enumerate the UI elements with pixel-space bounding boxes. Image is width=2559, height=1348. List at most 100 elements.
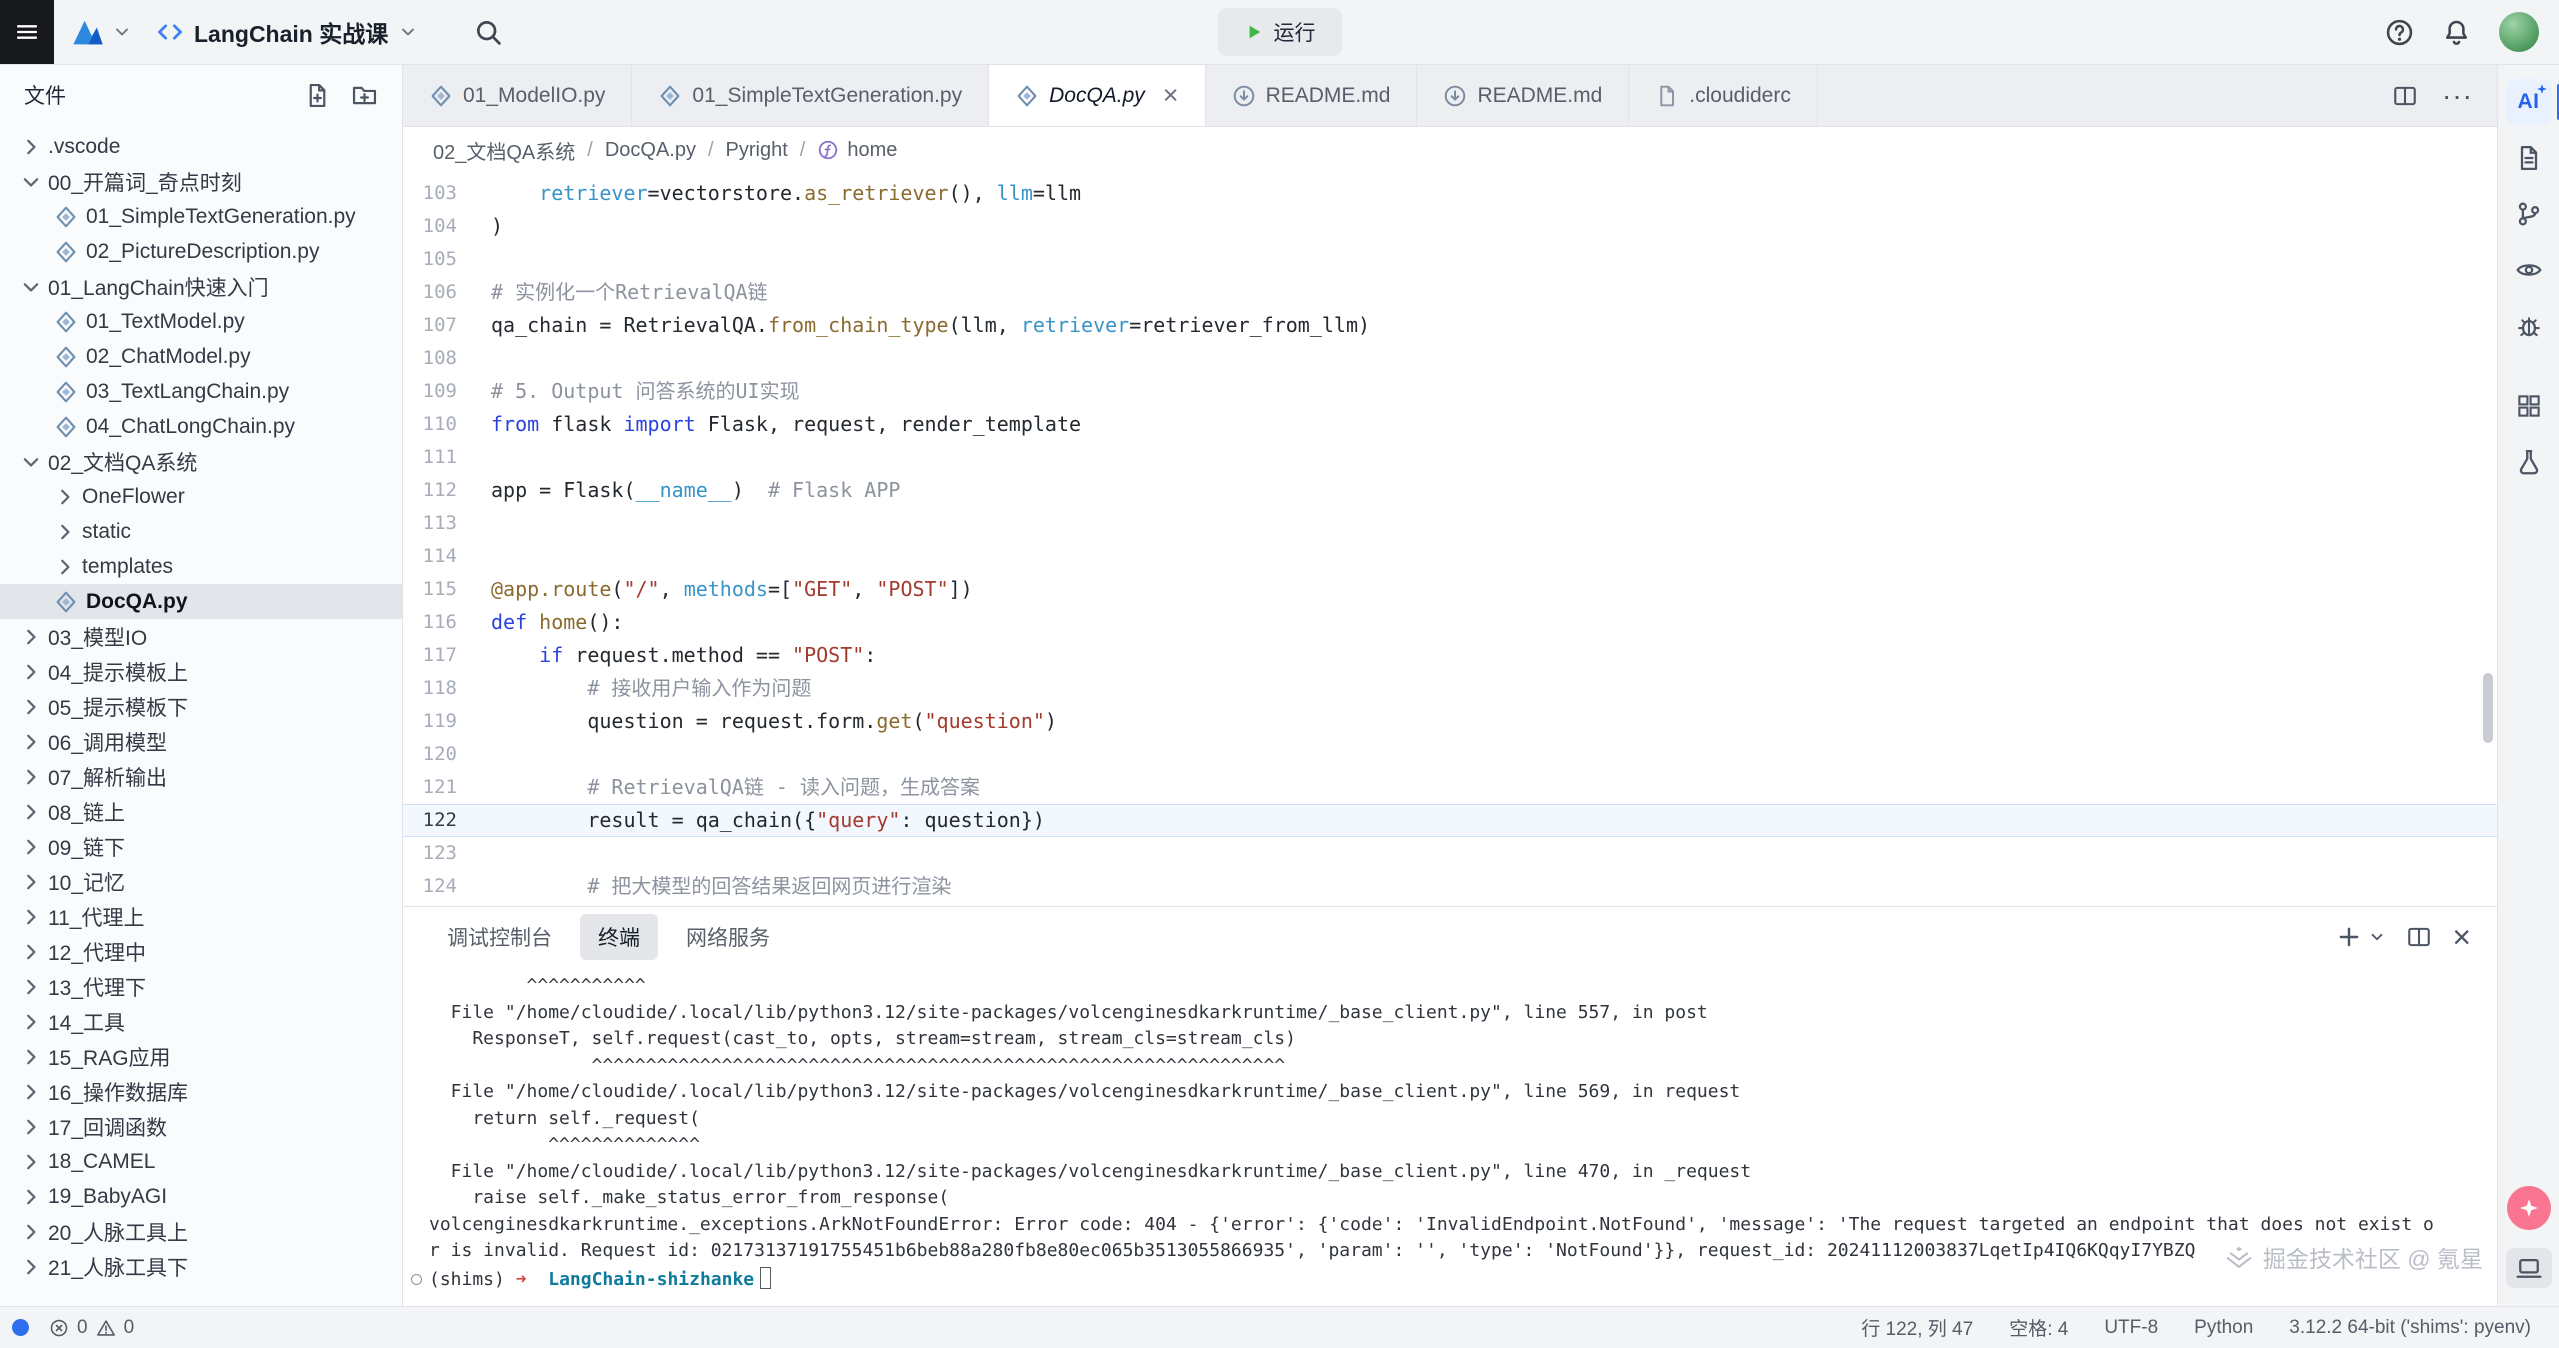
tree-file-04_ChatLongChain.py[interactable]: 04_ChatLongChain.py (0, 409, 402, 444)
code-line-109[interactable]: 109# 5. Output 问答系统的UI实现 (403, 375, 2497, 408)
tree-folder-02_文档QA系统[interactable]: 02_文档QA系统 (0, 444, 402, 479)
tree-folder-08_链上[interactable]: 08_链上 (0, 794, 402, 829)
app-menu-button[interactable] (0, 0, 54, 64)
tree-folder-04_提示模板上[interactable]: 04_提示模板上 (0, 654, 402, 689)
tab-01_ModelIO.py[interactable]: 01_ModelIO.py (403, 65, 632, 126)
notifications-bell-icon[interactable] (2442, 18, 2471, 47)
code-line-114[interactable]: 114 (403, 540, 2497, 573)
encoding-setting[interactable]: UTF-8 (2104, 1317, 2158, 1339)
tree-file-02_PictureDescription.py[interactable]: 02_PictureDescription.py (0, 234, 402, 269)
tests-button[interactable] (2506, 439, 2552, 485)
code-line-120[interactable]: 120 (403, 738, 2497, 771)
code-line-103[interactable]: 103 retriever=vectorstore.as_retriever()… (403, 177, 2497, 210)
remote-indicator[interactable] (12, 1319, 29, 1336)
community-badge[interactable] (2507, 1186, 2551, 1230)
tree-folder-13_代理下[interactable]: 13_代理下 (0, 969, 402, 1004)
tree-folder-15_RAG应用[interactable]: 15_RAG应用 (0, 1039, 402, 1074)
code-line-110[interactable]: 110from flask import Flask, request, ren… (403, 408, 2497, 441)
panel-tab-网络服务[interactable]: 网络服务 (668, 914, 788, 960)
debug-button[interactable] (2506, 303, 2552, 349)
close-panel-icon[interactable]: × (2452, 921, 2471, 953)
search-icon[interactable] (474, 18, 503, 47)
code-line-117[interactable]: 117 if request.method == "POST": (403, 639, 2497, 672)
tab-01_SimpleTextGeneration.py[interactable]: 01_SimpleTextGeneration.py (632, 65, 989, 126)
terminal-prompt[interactable]: (shims) ➜ LangChain-shizhanke (429, 1267, 2477, 1294)
code-line-116[interactable]: 116def home(): (403, 606, 2497, 639)
code-line-121[interactable]: 121 # RetrievalQA链 - 读入问题，生成答案 (403, 771, 2497, 804)
tree-folder-11_代理上[interactable]: 11_代理上 (0, 899, 402, 934)
tree-folder-21_人脉工具下[interactable]: 21_人脉工具下 (0, 1249, 402, 1284)
indentation-setting[interactable]: 空格: 4 (2009, 1314, 2068, 1341)
tree-folder-17_回调函数[interactable]: 17_回调函数 (0, 1109, 402, 1144)
tree-file-01_SimpleTextGeneration.py[interactable]: 01_SimpleTextGeneration.py (0, 199, 402, 234)
code-line-107[interactable]: 107qa_chain = RetrievalQA.from_chain_typ… (403, 309, 2497, 342)
tab-DocQA.py[interactable]: DocQA.py× (989, 65, 1205, 126)
remote-device-button[interactable] (2506, 1248, 2552, 1288)
code-line-123[interactable]: 123 (403, 837, 2497, 870)
tree-folder-05_提示模板下[interactable]: 05_提示模板下 (0, 689, 402, 724)
code-line-124[interactable]: 124 # 把大模型的回答结果返回网页进行渲染 (403, 870, 2497, 903)
tree-folder-00_开篇词_奇点时刻[interactable]: 00_开篇词_奇点时刻 (0, 164, 402, 199)
code-line-105[interactable]: 105 (403, 243, 2497, 276)
tree-file-02_ChatModel.py[interactable]: 02_ChatModel.py (0, 339, 402, 374)
tree-folder-static[interactable]: static (0, 514, 402, 549)
problems-indicator[interactable]: 0 0 (49, 1317, 134, 1339)
tree-folder-19_BabyAGI[interactable]: 19_BabyAGI (0, 1179, 402, 1214)
breadcrumb-item[interactable]: 02_文档QA系统 (433, 136, 575, 165)
tree-folder-OneFlower[interactable]: OneFlower (0, 479, 402, 514)
terminal-output[interactable]: ^^^^^^^^^^^ File "/home/cloudide/.local/… (403, 967, 2497, 1306)
code-line-111[interactable]: 111 (403, 441, 2497, 474)
workspace-switcher[interactable]: LangChain 实战课 (156, 15, 418, 49)
tree-folder-01_LangChain快速入门[interactable]: 01_LangChain快速入门 (0, 269, 402, 304)
product-logo[interactable] (70, 14, 132, 50)
tree-file-01_TextModel.py[interactable]: 01_TextModel.py (0, 304, 402, 339)
user-avatar[interactable] (2499, 12, 2539, 52)
breadcrumb-item[interactable]: DocQA.py (605, 139, 696, 162)
language-mode[interactable]: Python (2194, 1317, 2253, 1339)
help-icon[interactable] (2385, 18, 2414, 47)
code-line-113[interactable]: 113 (403, 507, 2497, 540)
close-tab-icon[interactable]: × (1163, 82, 1179, 109)
tree-folder-09_链下[interactable]: 09_链下 (0, 829, 402, 864)
cursor-position[interactable]: 行 122, 列 47 (1861, 1314, 1973, 1341)
tree-folder-16_操作数据库[interactable]: 16_操作数据库 (0, 1074, 402, 1109)
source-control-button[interactable] (2506, 191, 2552, 237)
tab-README.md[interactable]: README.md (1417, 65, 1629, 126)
tab-README.md[interactable]: README.md (1206, 65, 1418, 126)
tree-file-DocQA.py[interactable]: DocQA.py (0, 584, 402, 619)
breadcrumb-item[interactable]: Pyright (726, 139, 788, 162)
python-interpreter[interactable]: 3.12.2 64-bit ('shims': pyenv) (2289, 1317, 2531, 1339)
run-button[interactable]: 运行 (1218, 8, 1342, 56)
tree-folder-20_人脉工具上[interactable]: 20_人脉工具上 (0, 1214, 402, 1249)
code-line-106[interactable]: 106# 实例化一个RetrievalQA链 (403, 276, 2497, 309)
code-line-118[interactable]: 118 # 接收用户输入作为问题 (403, 672, 2497, 705)
tree-file-03_TextLangChain.py[interactable]: 03_TextLangChain.py (0, 374, 402, 409)
tree-folder-03_模型IO[interactable]: 03_模型IO (0, 619, 402, 654)
tree-folder-.vscode[interactable]: .vscode (0, 129, 402, 164)
new-folder-icon[interactable] (351, 82, 378, 109)
tree-folder-18_CAMEL[interactable]: 18_CAMEL (0, 1144, 402, 1179)
extensions-button[interactable] (2506, 383, 2552, 429)
new-file-icon[interactable] (304, 82, 331, 109)
tree-folder-12_代理中[interactable]: 12_代理中 (0, 934, 402, 969)
panel-tab-终端[interactable]: 终端 (580, 914, 658, 960)
code-line-104[interactable]: 104) (403, 210, 2497, 243)
code-line-108[interactable]: 108 (403, 342, 2497, 375)
tree-folder-14_工具[interactable]: 14_工具 (0, 1004, 402, 1039)
split-editor-icon[interactable] (2392, 83, 2418, 109)
split-panel-icon[interactable] (2406, 924, 2432, 950)
new-terminal-icon[interactable] (2336, 924, 2362, 950)
breadcrumb-item[interactable]: home (817, 139, 897, 162)
code-line-112[interactable]: 112app = Flask(__name__) # Flask APP (403, 474, 2497, 507)
code-editor[interactable]: 103 retriever=vectorstore.as_retriever()… (403, 173, 2497, 906)
tab-.cloudiderc[interactable]: .cloudiderc (1629, 65, 1818, 126)
editor-scrollbar[interactable] (2483, 673, 2493, 743)
code-line-119[interactable]: 119 question = request.form.get("questio… (403, 705, 2497, 738)
tree-folder-10_记忆[interactable]: 10_记忆 (0, 864, 402, 899)
panel-tab-调试控制台[interactable]: 调试控制台 (429, 914, 570, 960)
more-actions-icon[interactable]: ··· (2442, 80, 2473, 112)
tree-folder-06_调用模型[interactable]: 06_调用模型 (0, 724, 402, 759)
tree-folder-templates[interactable]: templates (0, 549, 402, 584)
code-line-122[interactable]: 122 result = qa_chain({"query": question… (403, 804, 2497, 837)
ai-assistant-button[interactable]: AI (2506, 79, 2552, 125)
